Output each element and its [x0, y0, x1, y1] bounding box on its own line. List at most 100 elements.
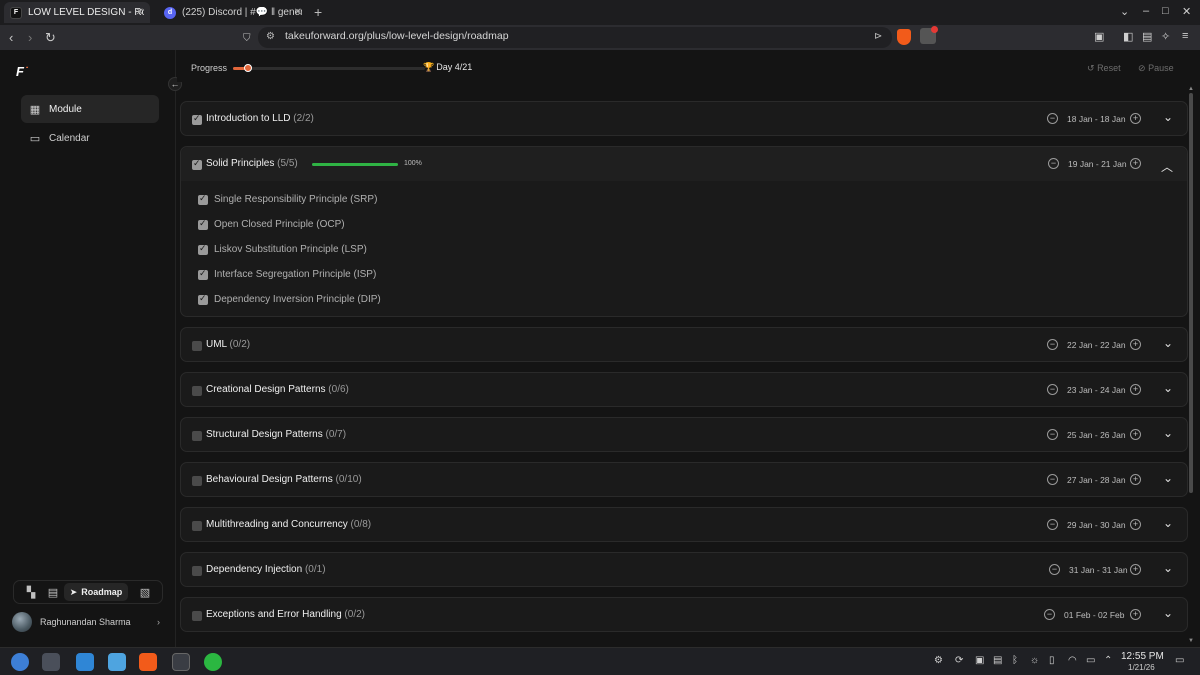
module-checkbox[interactable]: [192, 521, 202, 531]
bluetooth-icon[interactable]: ᛒ: [1012, 655, 1018, 666]
minus-circle-icon[interactable]: −: [1047, 339, 1058, 350]
scroll-down-icon[interactable]: ▼: [1188, 638, 1194, 644]
dashboard-icon[interactable]: ▚: [20, 586, 42, 599]
module-header[interactable]: Behavioural Design Patterns (0/10) − 27 …: [181, 463, 1187, 497]
back-button[interactable]: ‹: [9, 30, 13, 45]
minus-circle-icon[interactable]: −: [1047, 474, 1058, 485]
clock-date[interactable]: 1/21/26: [1128, 663, 1155, 672]
scrollbar[interactable]: ▲ ▼: [1188, 86, 1194, 646]
maximize-button[interactable]: □: [1162, 5, 1169, 17]
plus-circle-icon[interactable]: +: [1130, 519, 1141, 530]
close-window-button[interactable]: ✕: [1182, 5, 1191, 18]
plus-circle-icon[interactable]: +: [1130, 339, 1141, 350]
user-profile[interactable]: Raghunandan Sharma ›: [12, 610, 166, 634]
usb-icon[interactable]: ▯: [1049, 655, 1055, 666]
module-header[interactable]: Multithreading and Concurrency (0/8) − 2…: [181, 508, 1187, 542]
reload-button[interactable]: ↻: [45, 30, 56, 46]
plus-circle-icon[interactable]: +: [1130, 113, 1141, 124]
scroll-up-icon[interactable]: ▲: [1188, 86, 1194, 92]
terminal-icon[interactable]: [172, 653, 190, 671]
minus-circle-icon[interactable]: −: [1048, 158, 1059, 169]
new-tab-button[interactable]: +: [314, 4, 322, 20]
chevron-down-icon[interactable]: ⌄: [1163, 516, 1173, 530]
app-logo[interactable]: F˙: [16, 64, 34, 80]
brightness-icon[interactable]: ☼: [1030, 655, 1039, 666]
module-checkbox[interactable]: [192, 341, 202, 351]
chevron-down-icon[interactable]: ⌄: [1163, 381, 1173, 395]
module-header[interactable]: Introduction to LLD (2/2) − 18 Jan - 18 …: [181, 102, 1187, 136]
module-checkbox[interactable]: [192, 566, 202, 576]
chevron-down-icon[interactable]: ⌄: [1163, 110, 1173, 124]
item-checkbox[interactable]: [198, 293, 208, 305]
minus-circle-icon[interactable]: −: [1047, 519, 1058, 530]
item-checkbox[interactable]: [198, 193, 208, 205]
module-header[interactable]: Exceptions and Error Handling (0/2) − 01…: [181, 598, 1187, 632]
item-checkbox[interactable]: [198, 243, 208, 255]
notes-icon[interactable]: ▤: [42, 586, 64, 599]
minus-circle-icon[interactable]: −: [1047, 429, 1058, 440]
sidebar-toggle-icon[interactable]: ◧: [1123, 30, 1133, 43]
browser-tab-discord[interactable]: d (225) Discord | #💬 ‖ general-ta ✕: [158, 2, 308, 23]
module-header[interactable]: UML (0/2) − 22 Jan - 22 Jan + ⌄: [181, 328, 1187, 362]
plus-circle-icon[interactable]: +: [1130, 384, 1141, 395]
wallet-icon[interactable]: ▤: [1142, 30, 1152, 43]
bookmark-icon[interactable]: ⛉: [243, 33, 251, 44]
address-bar[interactable]: ⚙ takeuforward.org/plus/low-level-design…: [258, 27, 892, 48]
reader-mode-icon[interactable]: ▣: [1094, 30, 1104, 43]
sidebar-item-module[interactable]: ▦ Module: [21, 95, 159, 123]
minus-circle-icon[interactable]: −: [1049, 564, 1060, 575]
progress-knob[interactable]: [244, 64, 253, 72]
sidebar-item-calendar[interactable]: ▭ Calendar: [21, 124, 159, 152]
browser-tab-active[interactable]: F LOW LEVEL DESIGN - Roadm ✕: [4, 2, 150, 23]
module-checkbox[interactable]: [192, 476, 202, 486]
item-checkbox[interactable]: [198, 218, 208, 230]
brave-shields-icon[interactable]: [897, 29, 911, 45]
wifi-icon[interactable]: ◠: [1068, 655, 1077, 666]
chevron-down-icon[interactable]: ⌄: [1163, 471, 1173, 485]
plus-circle-icon[interactable]: +: [1130, 564, 1141, 575]
scroll-thumb[interactable]: [1189, 93, 1193, 493]
chevron-down-icon[interactable]: ⌄: [1163, 606, 1173, 620]
tray-expand-icon[interactable]: ⌃: [1104, 655, 1112, 666]
show-desktop-icon[interactable]: ▭: [1175, 655, 1184, 666]
url-text[interactable]: takeuforward.org/plus/low-level-design/r…: [285, 30, 509, 42]
site-settings-icon[interactable]: ⚙: [266, 31, 275, 42]
fedora-menu-icon[interactable]: [11, 653, 29, 671]
reset-button[interactable]: ↺ Reset: [1087, 63, 1121, 74]
module-checkbox[interactable]: [192, 158, 202, 170]
tab-list-icon[interactable]: ⌄: [1120, 5, 1129, 18]
module-checkbox[interactable]: [192, 431, 202, 441]
battery-icon[interactable]: ▭: [1086, 655, 1095, 666]
close-tab-icon[interactable]: ✕: [136, 7, 144, 18]
minus-circle-icon[interactable]: −: [1047, 113, 1058, 124]
clipboard-icon[interactable]: ▣: [975, 655, 984, 666]
close-tab-icon[interactable]: ✕: [294, 7, 302, 18]
plus-circle-icon[interactable]: +: [1130, 429, 1141, 440]
chevron-down-icon[interactable]: ⌄: [1163, 426, 1173, 440]
module-header[interactable]: Creational Design Patterns (0/6) − 23 Ja…: [181, 373, 1187, 407]
plus-circle-icon[interactable]: +: [1130, 158, 1141, 169]
share-icon[interactable]: ⊳: [874, 31, 882, 42]
brave-rewards-icon[interactable]: [920, 26, 938, 44]
clock-time[interactable]: 12:55 PM: [1121, 651, 1164, 662]
module-header[interactable]: Dependency Injection (0/1) − 31 Jan - 31…: [181, 553, 1187, 587]
store-icon[interactable]: [76, 653, 94, 671]
module-checkbox[interactable]: [192, 113, 202, 125]
module-checkbox[interactable]: [192, 386, 202, 396]
chevron-up-icon[interactable]: ︿: [1161, 158, 1173, 175]
module-checkbox[interactable]: [192, 611, 202, 621]
updates-icon[interactable]: ⟳: [955, 655, 963, 666]
module-header[interactable]: Structural Design Patterns (0/7) − 25 Ja…: [181, 418, 1187, 452]
file-manager-icon[interactable]: [108, 653, 126, 671]
minus-circle-icon[interactable]: −: [1044, 609, 1055, 620]
plus-circle-icon[interactable]: +: [1130, 609, 1141, 620]
whatsapp-icon[interactable]: [204, 653, 222, 671]
plus-circle-icon[interactable]: +: [1130, 474, 1141, 485]
chevron-down-icon[interactable]: ⌄: [1163, 561, 1173, 575]
minimize-button[interactable]: –: [1143, 5, 1149, 17]
minus-circle-icon[interactable]: −: [1047, 384, 1058, 395]
pause-button[interactable]: ⊘ Pause: [1138, 63, 1174, 74]
document-icon[interactable]: ▧: [134, 586, 156, 599]
accessibility-icon[interactable]: ⚙: [934, 655, 943, 666]
progress-slider[interactable]: [233, 64, 425, 72]
